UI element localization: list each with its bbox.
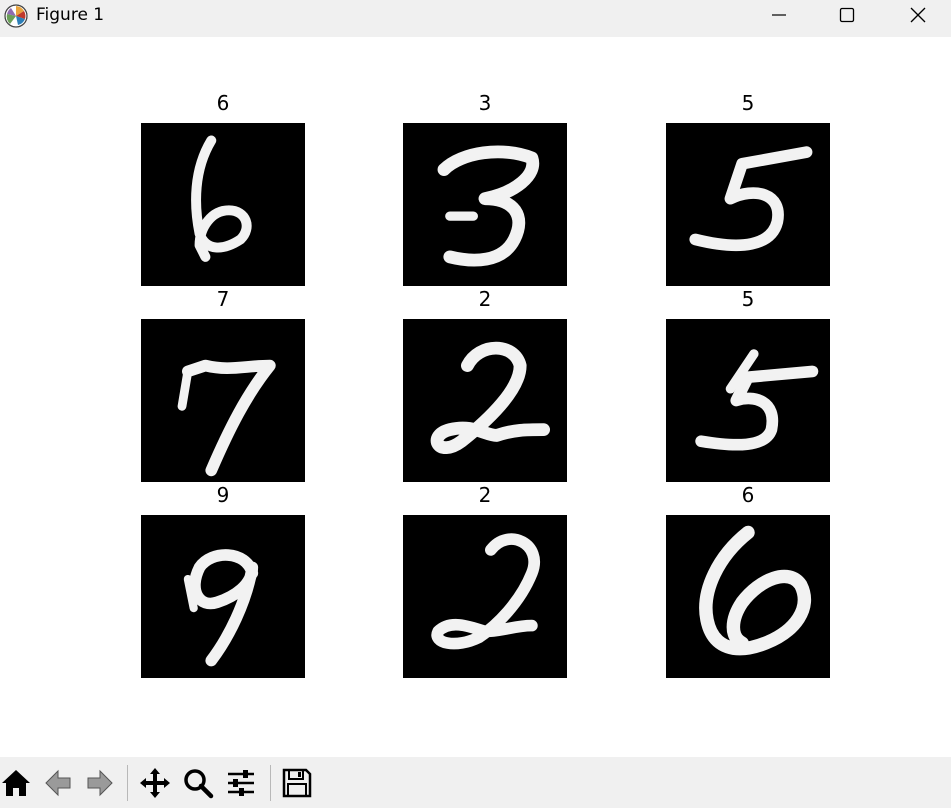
maximize-button[interactable]: [824, 0, 870, 30]
subplot-9: 6: [666, 483, 830, 678]
configure-subplots-button[interactable]: [221, 763, 261, 803]
minimize-icon: [772, 14, 786, 16]
digit-image: [403, 319, 567, 482]
subplot-3: 5: [666, 91, 830, 286]
toolbar-separator: [127, 765, 128, 801]
subplot-title: 9: [216, 483, 230, 507]
subplot-1: 6: [141, 91, 305, 286]
digit-image: [666, 123, 830, 286]
subplot-title: 5: [741, 287, 755, 311]
pan-button[interactable]: [135, 763, 175, 803]
minimize-button[interactable]: [756, 0, 802, 30]
subplot-title: 3: [478, 91, 492, 115]
subplot-2: 3: [403, 91, 567, 286]
figure-canvas[interactable]: 6 3 5 7 2 5 9 2 6: [0, 37, 951, 757]
save-button[interactable]: [277, 763, 317, 803]
navigation-toolbar: [0, 757, 951, 808]
toolbar-separator: [270, 765, 271, 801]
pan-icon: [140, 768, 170, 798]
configure-subplots-icon: [228, 770, 254, 796]
window-title: Figure 1: [36, 5, 105, 25]
subplot-title: 7: [216, 287, 230, 311]
home-button[interactable]: [0, 763, 36, 803]
subplot-5: 2: [403, 287, 567, 482]
maximize-icon: [839, 7, 855, 23]
subplot-6: 5: [666, 287, 830, 482]
subplot-title: 6: [741, 483, 755, 507]
subplot-title: 2: [478, 483, 492, 507]
zoom-button[interactable]: [178, 763, 218, 803]
subplot-title: 6: [216, 91, 230, 115]
digit-image: [666, 319, 830, 482]
title-bar: Figure 1: [0, 0, 951, 37]
forward-icon: [87, 769, 113, 797]
digit-image: [403, 123, 567, 286]
matplotlib-logo-icon: [4, 4, 28, 28]
subplot-7: 9: [141, 483, 305, 678]
subplot-title: 5: [741, 91, 755, 115]
digit-image: [666, 515, 830, 678]
digit-image: [141, 515, 305, 678]
forward-button[interactable]: [80, 763, 120, 803]
digit-image: [141, 123, 305, 286]
subplot-title: 2: [478, 287, 492, 311]
home-icon: [2, 770, 30, 796]
digit-image: [141, 319, 305, 482]
digit-image: [403, 515, 567, 678]
close-icon: [910, 7, 926, 23]
subplot-8: 2: [403, 483, 567, 678]
close-button[interactable]: [895, 0, 941, 30]
subplot-4: 7: [141, 287, 305, 482]
save-icon: [282, 768, 312, 798]
back-button[interactable]: [38, 763, 78, 803]
back-icon: [45, 769, 71, 797]
zoom-icon: [184, 769, 214, 799]
